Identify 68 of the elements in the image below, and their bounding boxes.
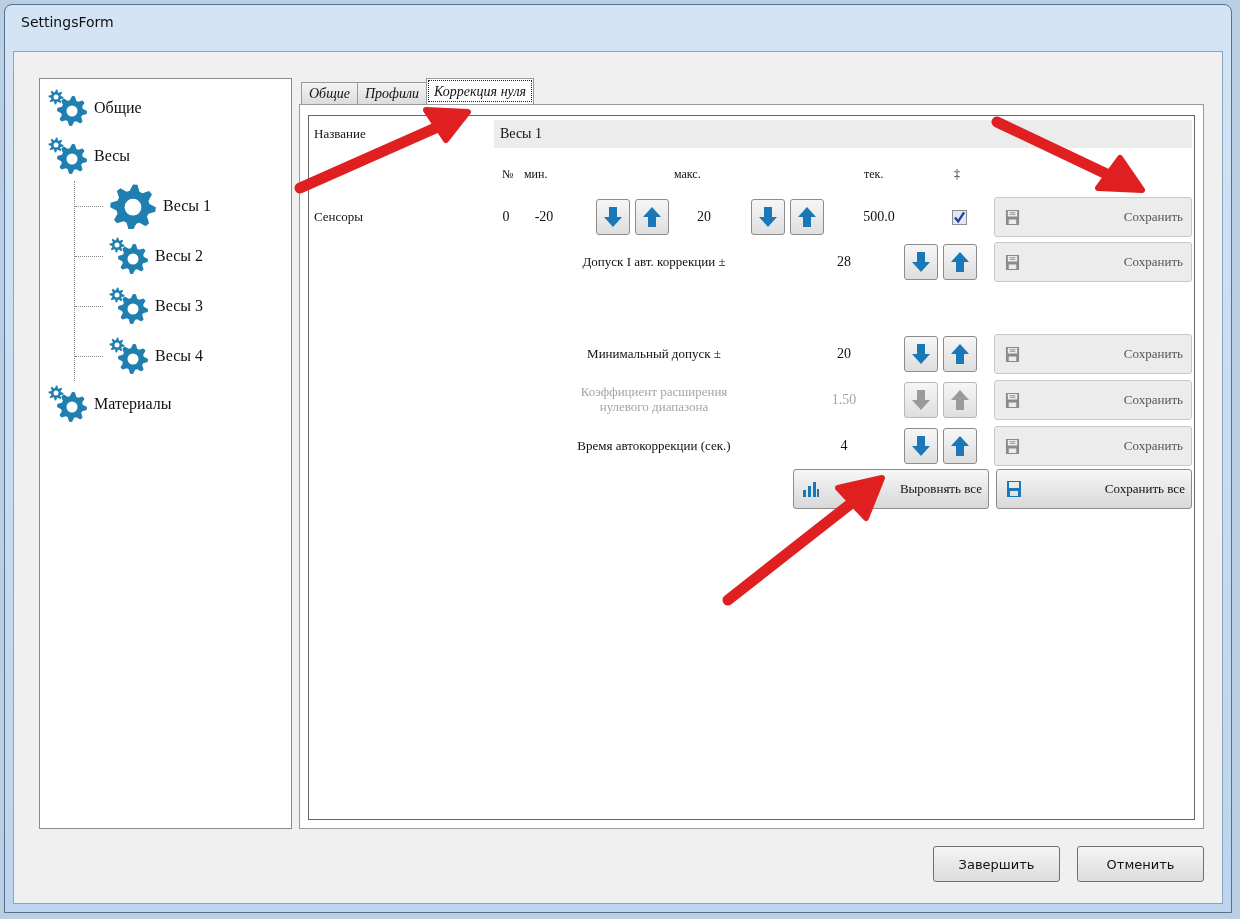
arrow-down-icon — [911, 388, 931, 412]
arrow-down-icon — [758, 205, 778, 229]
decrease-button[interactable] — [904, 336, 938, 372]
current-value: 500.0 — [862, 209, 896, 225]
sensor-number: 0 — [501, 209, 511, 225]
save-button[interactable]: Сохранить — [994, 334, 1192, 374]
setting-value: 20 — [836, 346, 852, 362]
tab[interactable]: Коррекция нуля — [426, 78, 535, 104]
name-label: Название — [314, 126, 367, 142]
increase-button[interactable] — [635, 199, 669, 235]
tree-item[interactable]: Весы — [48, 131, 291, 181]
column-header: № — [502, 167, 514, 182]
tree-item[interactable]: Материалы — [48, 379, 291, 429]
setting-label: Время автокоррекции (сек.) — [576, 438, 732, 454]
floppy-icon — [1005, 391, 1020, 409]
name-field[interactable]: Весы 1 — [494, 120, 1192, 148]
floppy-icon — [1005, 345, 1020, 363]
decrease-button[interactable] — [904, 244, 938, 280]
floppy-icon — [1005, 437, 1020, 455]
column-header: макс. — [674, 167, 701, 182]
dialog-button[interactable]: Завершить — [933, 846, 1060, 882]
tree-item[interactable]: Общие — [48, 83, 291, 133]
arrow-down-icon — [911, 434, 931, 458]
max-value: 20 — [696, 209, 712, 225]
floppy-icon — [1005, 208, 1020, 226]
increase-button[interactable] — [943, 428, 977, 464]
tab[interactable]: Общие — [301, 82, 358, 104]
column-header: мин. — [524, 167, 548, 182]
floppy-icon — [1005, 480, 1023, 498]
decrease-button[interactable] — [904, 428, 938, 464]
dialog-button[interactable]: Отменить — [1077, 846, 1204, 882]
setting-label: Минимальный допуск ± — [586, 346, 722, 362]
arrow-up-icon — [797, 205, 817, 229]
increase-button[interactable] — [943, 244, 977, 280]
sensors-label: Сенсоры — [314, 208, 365, 226]
arrow-up-icon — [950, 388, 970, 412]
increase-button[interactable] — [943, 336, 977, 372]
tab[interactable]: Профили — [356, 82, 428, 104]
min-value: -20 — [533, 209, 555, 225]
arrow-up-icon — [950, 342, 970, 366]
arrow-up-icon — [642, 205, 662, 229]
checkbox[interactable] — [951, 209, 967, 225]
tree-item[interactable]: Весы 3 — [75, 281, 291, 331]
setting-label: Допуск I авт. коррекции ± — [581, 254, 727, 270]
save-all-button[interactable]: Сохранить все — [996, 469, 1192, 509]
decrease-button[interactable] — [751, 199, 785, 235]
setting-value: 4 — [839, 438, 849, 454]
setting-label: Коэффициент расширения нулевого диапазона — [579, 385, 729, 415]
column-header: ‡ — [954, 167, 960, 182]
tree-item[interactable]: Весы 2 — [75, 231, 291, 281]
arrow-down-icon — [911, 342, 931, 366]
tree-item[interactable]: Весы 4 — [75, 331, 291, 381]
arrow-up-icon — [950, 434, 970, 458]
setting-value: 1.50 — [830, 392, 858, 408]
column-header: тек. — [864, 167, 884, 182]
arrow-down-icon — [911, 250, 931, 274]
save-button[interactable]: Сохранить — [994, 426, 1192, 466]
bar-chart-icon — [802, 480, 820, 498]
save-button[interactable]: Сохранить — [994, 197, 1192, 237]
setting-value: 28 — [836, 254, 852, 270]
window-title: SettingsForm — [21, 14, 114, 30]
floppy-icon — [1005, 253, 1020, 271]
tree-item[interactable]: Весы 1 — [75, 181, 291, 231]
increase-button[interactable] — [790, 199, 824, 235]
save-button[interactable]: Сохранить — [994, 242, 1192, 282]
arrow-up-icon — [950, 250, 970, 274]
arrow-down-icon — [603, 205, 623, 229]
decrease-button[interactable] — [596, 199, 630, 235]
